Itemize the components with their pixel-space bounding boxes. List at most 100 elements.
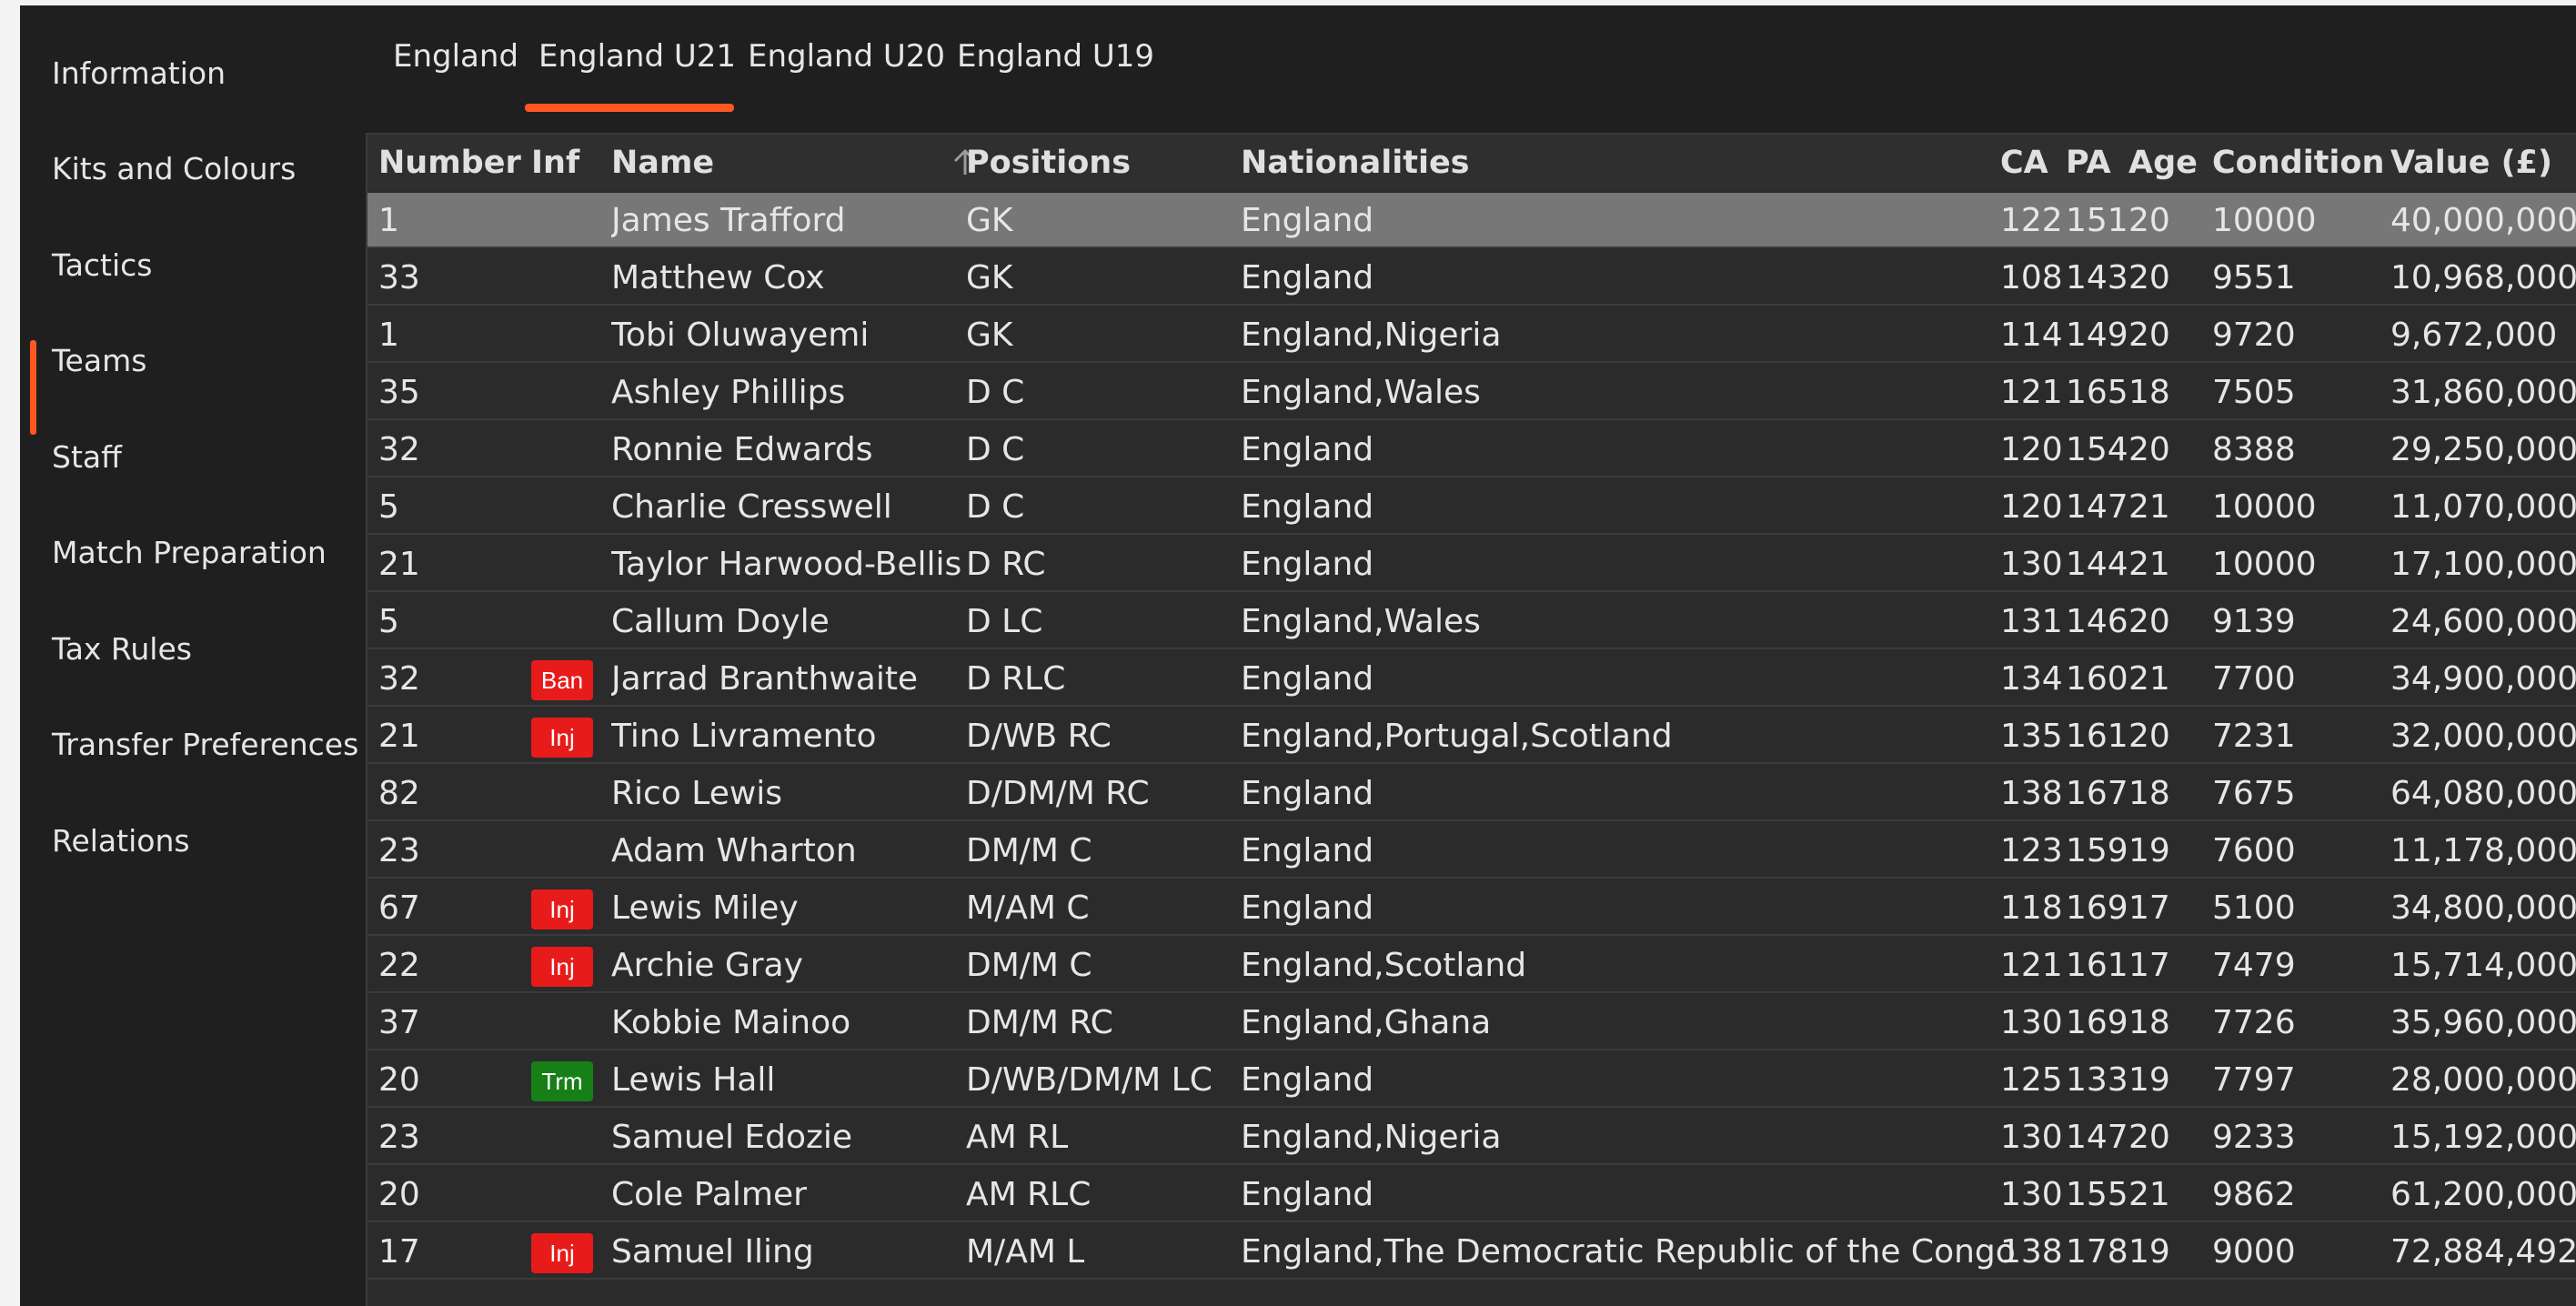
table-row[interactable]: 22 Inj Archie Gray DM/M C England,Scotland 12… [367, 938, 2576, 993]
cell-age: 20 [2128, 202, 2170, 239]
column-header-value[interactable]: Value (£) [2390, 135, 2552, 191]
cell-positions: D/WB/DM/M LC [966, 1061, 1213, 1099]
table-row[interactable]: 35 Ashley Phillips D C England,Wales 121 165 1… [367, 365, 2576, 420]
sidebar-item-label: Staff [52, 438, 122, 475]
cell-nationalities: England,Scotland [1241, 947, 1527, 984]
cell-name: Tino Livramento [611, 718, 877, 755]
cell-number: 37 [378, 1004, 420, 1041]
cell-ca: 123 [2000, 832, 2063, 869]
table-row[interactable]: 1 Tobi Oluwayemi GK England,Nigeria 114 149 20… [367, 307, 2576, 363]
table-row[interactable]: 21 Taylor Harwood-Bellis D RC England 130 144… [367, 537, 2576, 592]
cell-name: Samuel Iling [611, 1233, 814, 1271]
table-row[interactable]: 20 Cole Palmer AM RLC England 130 155 21 9862 61… [367, 1167, 2576, 1222]
sidebar-item-relations[interactable]: Relations [20, 793, 364, 888]
table-row[interactable]: 82 Rico Lewis D/DM/M RC England 138 167 18 7675… [367, 766, 2576, 821]
column-header-condition[interactable]: Condition [2212, 135, 2384, 191]
cell-value: 61,200,000 [2390, 1176, 2576, 1213]
cell-name: Callum Doyle [611, 603, 830, 640]
tab-england[interactable]: England [393, 38, 518, 93]
table-row[interactable]: 37 Kobbie Mainoo DM/M RC England,Ghana 130 16… [367, 995, 2576, 1050]
sidebar-item-label: Teams [52, 343, 147, 378]
cell-ca: 118 [2000, 889, 2063, 927]
table-row[interactable]: 5 Callum Doyle D LC England,Wales 131 146 20 91… [367, 594, 2576, 649]
cell-age: 21 [2128, 1176, 2170, 1213]
cell-nationalities: England [1241, 488, 1374, 526]
cell-name: Ronnie Edwards [611, 431, 873, 468]
cell-ca: 138 [2000, 775, 2063, 812]
cell-nationalities: England,Portugal,Scotland [1241, 718, 1673, 755]
cell-positions: GK [966, 202, 1013, 239]
cell-positions: GK [966, 259, 1013, 296]
cell-positions: M/AM C [966, 889, 1090, 927]
cell-positions: AM RL [966, 1119, 1069, 1156]
cell-nationalities: England,Ghana [1241, 1004, 1492, 1041]
cell-value: 17,100,000 [2390, 546, 2576, 583]
cell-value: 34,900,000 [2390, 660, 2576, 698]
cell-positions: M/AM L [966, 1233, 1085, 1271]
table-row[interactable]: 17 Inj Samuel Iling M/AM L England,The Democ… [367, 1224, 2576, 1280]
sidebar-item-transfer-preferences[interactable]: Transfer Preferences [20, 698, 364, 792]
cell-number: 5 [378, 488, 399, 526]
table-row[interactable]: 20 Trm Lewis Hall D/WB/DM/M LC England 125 133… [367, 1052, 2576, 1108]
cell-number: 33 [378, 259, 420, 296]
column-header-number[interactable]: Number [378, 135, 521, 191]
sidebar-item-label: Tactics [52, 246, 153, 283]
cell-nationalities: England [1241, 431, 1374, 468]
sidebar-item-match-preparation[interactable]: Match Preparation [20, 506, 364, 600]
cell-name: Ashley Phillips [611, 374, 846, 411]
column-header-age[interactable]: Age [2128, 135, 2198, 191]
cell-pa: 160 [2066, 660, 2128, 698]
sidebar-item-label: Transfer Preferences [52, 727, 359, 762]
cell-pa: 155 [2066, 1176, 2128, 1213]
cell-pa: 159 [2066, 832, 2128, 869]
cell-positions: DM/M C [966, 832, 1092, 869]
cell-number: 82 [378, 775, 420, 812]
cell-positions: DM/M RC [966, 1004, 1113, 1041]
column-header-name[interactable]: Name [611, 135, 714, 191]
sidebar-item-information[interactable]: Information [20, 25, 364, 120]
column-header-ca[interactable]: CA [2000, 135, 2048, 191]
cell-value: 9,672,000 [2390, 316, 2558, 354]
cell-pa: 133 [2066, 1061, 2128, 1099]
table-row[interactable]: 5 Charlie Cresswell D C England 120 147 21 1000… [367, 479, 2576, 535]
table-row[interactable]: 23 Adam Wharton DM/M C England 123 159 19 7600 1… [367, 823, 2576, 879]
cell-name: Lewis Miley [611, 889, 799, 927]
tab-england-u21[interactable]: England U21 [538, 38, 736, 93]
sidebar-item-kits-and-colours[interactable]: Kits and Colours [20, 122, 364, 216]
cell-ca: 108 [2000, 259, 2063, 296]
table-row[interactable]: 1 James Trafford GK England 122 151 20 10000 40,… [367, 193, 2576, 248]
cell-pa: 144 [2066, 546, 2128, 583]
table-row[interactable]: 21 Inj Tino Livramento D/WB RC England,Portu… [367, 708, 2576, 764]
tab-england-u20[interactable]: England U20 [748, 38, 945, 93]
cell-nationalities: England,Wales [1241, 603, 1481, 640]
cell-age: 19 [2128, 1061, 2170, 1099]
table-row[interactable]: 67 Inj Lewis Miley M/AM C England 118 169 17 510… [367, 880, 2576, 936]
cell-positions: GK [966, 316, 1013, 354]
cell-age: 19 [2128, 1233, 2170, 1271]
table-row[interactable]: 32 Ronnie Edwards D C England 120 154 20 8388 29… [367, 422, 2576, 477]
sidebar-item-tax-rules[interactable]: Tax Rules [20, 601, 364, 696]
column-header-nationalities[interactable]: Nationalities [1241, 135, 1470, 191]
status-badge: Inj [531, 889, 593, 929]
sidebar-item-tactics[interactable]: Tactics [20, 217, 364, 312]
cell-nationalities: England [1241, 775, 1374, 812]
column-header-pa[interactable]: PA [2066, 135, 2111, 191]
cell-age: 20 [2128, 603, 2170, 640]
cell-value: 11,070,000 [2390, 488, 2576, 526]
sidebar-item-teams[interactable]: Teams [20, 314, 364, 435]
table-row[interactable]: 23 Samuel Edozie AM RL England,Nigeria 130 14… [367, 1110, 2576, 1165]
column-header-inf[interactable]: Inf [531, 135, 579, 191]
cell-value: 11,178,000 [2390, 832, 2576, 869]
cell-nationalities: England [1241, 202, 1374, 239]
cell-value: 40,000,000 [2390, 202, 2576, 239]
status-badge: Inj [531, 718, 593, 758]
status-badge: Ban [531, 660, 593, 700]
column-header-positions[interactable]: Positions [966, 135, 1131, 191]
cell-nationalities: England,Nigeria [1241, 1119, 1502, 1156]
cell-pa: 161 [2066, 947, 2128, 984]
tab-england-u19[interactable]: England U19 [957, 38, 1154, 93]
sidebar-item-staff[interactable]: Staff [20, 409, 364, 504]
table-row[interactable]: 33 Matthew Cox GK England 108 143 20 9551 10,968… [367, 250, 2576, 306]
table-row[interactable]: 32 Ban Jarrad Branthwaite D RLC England 134 16… [367, 651, 2576, 707]
cell-name: Charlie Cresswell [611, 488, 892, 526]
